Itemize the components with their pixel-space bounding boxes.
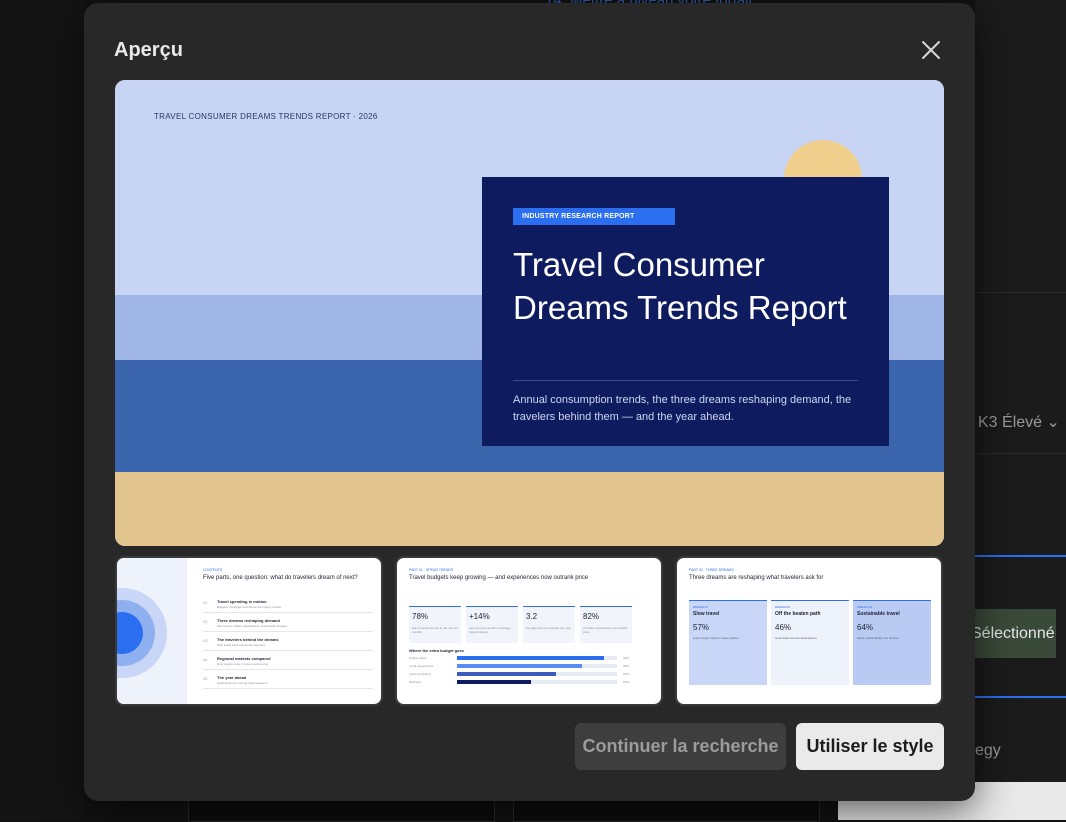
- slide-title: Travel Consumer Dreams Trends Report: [513, 246, 847, 326]
- contents-item-title: Three dreams reshaping demand: [217, 618, 280, 623]
- thumb-kicker: PART 02 · THREE DREAMS: [689, 568, 734, 572]
- contents-item-divider: [203, 612, 373, 613]
- thumbnail-contents[interactable]: CONTENTS Five parts, one question: what …: [115, 556, 383, 706]
- stat-card: 82% prioritize experiences over lowest pr…: [580, 606, 632, 643]
- stat-card: 78% plan at least one trip in the next 12…: [409, 606, 461, 643]
- background-divider: [975, 453, 1066, 454]
- thumb-heading: Travel budgets keep growing — and experi…: [409, 575, 589, 581]
- stat-label: average trips per traveler per year: [526, 626, 572, 630]
- background-model-select: K3 Élevé ⌄: [978, 414, 1060, 431]
- dream-title: Slow travel: [693, 611, 720, 617]
- dream-desc: factor sustainability into choices: [857, 636, 900, 640]
- background-card: [188, 800, 495, 822]
- slide-badge: INDUSTRY RESEARCH REPORT: [513, 208, 675, 225]
- contents-item-divider: [203, 631, 373, 632]
- contents-item-title: Regional markets compared: [217, 656, 271, 661]
- stat-label: plan at least one trip in the next 12 mo…: [412, 626, 458, 634]
- slide-divider: [513, 380, 858, 381]
- bar-value: 24%: [623, 672, 630, 676]
- bar-fill: [457, 664, 582, 668]
- stat-label: prioritize experiences over lowest price: [583, 626, 628, 634]
- bar-value: 32%: [623, 664, 630, 668]
- stat-value: 3.2: [526, 612, 538, 621]
- dream-column: DREAM 01 Slow travel 57% prefer longer stay…: [689, 600, 767, 685]
- contents-item-desc: How regions vary in travel preferences: [217, 662, 269, 666]
- contents-item-divider: [203, 669, 373, 670]
- bar-value: 18%: [623, 680, 630, 684]
- bar-fill: [457, 656, 604, 660]
- slide-title-card: INDUSTRY RESEARCH REPORT Travel Consumer…: [482, 177, 889, 446]
- bar-fill: [457, 680, 531, 684]
- dream-value: 57%: [693, 623, 710, 632]
- contents-item-number: 02: [203, 619, 208, 624]
- stat-value: 82%: [583, 612, 600, 621]
- contents-item-number: 04: [203, 657, 208, 662]
- thumbnail-spend-trends[interactable]: PART 01 · SPEND TRENDS Travel budgets ke…: [395, 556, 663, 706]
- bar-label: Food and dining: [409, 672, 431, 676]
- slide-report-tag: TRAVEL CONSUMER DREAMS TRENDS REPORT · 2…: [154, 112, 378, 121]
- contents-item-desc: Outlook for the coming travel seasons: [217, 681, 268, 685]
- contents-item-divider: [203, 650, 373, 651]
- thumbnail-three-dreams[interactable]: PART 02 · THREE DREAMS Three dreams are …: [675, 556, 943, 706]
- thumb-side-panel: [117, 558, 187, 704]
- dream-title: Sustainable travel: [857, 611, 900, 617]
- dream-value: 46%: [775, 623, 792, 632]
- thumb-kicker: PART 01 · SPEND TRENDS: [409, 568, 454, 572]
- bar-label: Unique stays: [409, 656, 427, 660]
- dream-tag: DREAM 03: [857, 605, 873, 609]
- stat-card: 3.2 average trips per traveler per year: [523, 606, 575, 643]
- background-sidebar: [0, 0, 84, 820]
- chevron-down-icon: ⌄: [1046, 414, 1060, 431]
- thumb-kicker: CONTENTS: [203, 568, 223, 572]
- dream-value: 64%: [857, 623, 874, 632]
- contents-item-number: 05: [203, 676, 208, 681]
- slide-subtitle: Annual consumption trends, the three dre…: [513, 394, 852, 423]
- thumb-heading: Three dreams are reshaping what traveler…: [689, 575, 824, 581]
- contents-item-desc: Slow travel, hidden destinations, sustai…: [217, 624, 288, 628]
- contents-item-desc: Budgets, bookings and where the money mo…: [217, 605, 282, 609]
- contents-item-title: The year ahead: [217, 675, 247, 680]
- dream-desc: seek lesser-known destinations: [775, 636, 817, 640]
- dream-desc: prefer longer stays in fewer places: [693, 636, 739, 640]
- background-partial-text: egy: [975, 742, 1001, 759]
- continue-search-button[interactable]: Continuer la recherche: [575, 723, 786, 770]
- background-divider: [975, 555, 1066, 557]
- close-icon: [922, 41, 940, 59]
- contents-item-title: The travelers behind the dreams: [217, 637, 279, 642]
- slide-sand: [115, 472, 944, 546]
- background-divider: [975, 292, 1066, 293]
- contents-item-divider: [203, 688, 373, 689]
- background-card: [513, 800, 820, 822]
- thumb-bars-title: Where the extra budget goes: [409, 648, 464, 653]
- stat-card: +14% year-on-year growth in average trave…: [466, 606, 518, 643]
- use-style-button[interactable]: Utiliser le style: [796, 723, 944, 770]
- dream-tag: DREAM 02: [775, 605, 791, 609]
- thumb-heading: Five parts, one question: what do travel…: [203, 575, 358, 581]
- contents-item-number: 03: [203, 638, 208, 643]
- contents-item-title: Travel spending in motion: [217, 599, 267, 604]
- main-preview-slide: TRAVEL CONSUMER DREAMS TRENDS REPORT · 2…: [115, 80, 944, 546]
- contents-item-desc: Who leads each consumer segment: [217, 643, 265, 647]
- close-button[interactable]: [918, 37, 944, 63]
- background-selected-chip: Sélectionné: [965, 609, 1056, 658]
- background-divider: [975, 696, 1066, 698]
- stat-label: year-on-year growth in average travel bu…: [469, 626, 511, 634]
- preview-dialog: Aperçu TRAVEL CONSUMER DREAMS TRENDS REP…: [84, 3, 975, 801]
- bar-fill: [457, 672, 556, 676]
- bar-label: Wellness: [409, 680, 422, 684]
- dream-tag: DREAM 01: [693, 605, 709, 609]
- stat-value: 78%: [412, 612, 429, 621]
- bar-label: Local experiences: [409, 664, 434, 668]
- contents-item-number: 01: [203, 600, 208, 605]
- dream-column: DREAM 02 Off the beaten path 46% seek lesse…: [771, 600, 849, 685]
- stat-value: +14%: [469, 612, 490, 621]
- dialog-title: Aperçu: [114, 39, 183, 61]
- dream-title: Off the beaten path: [775, 611, 821, 617]
- dream-column: DREAM 03 Sustainable travel 64% factor sust…: [853, 600, 931, 685]
- bar-value: 41%: [623, 656, 630, 660]
